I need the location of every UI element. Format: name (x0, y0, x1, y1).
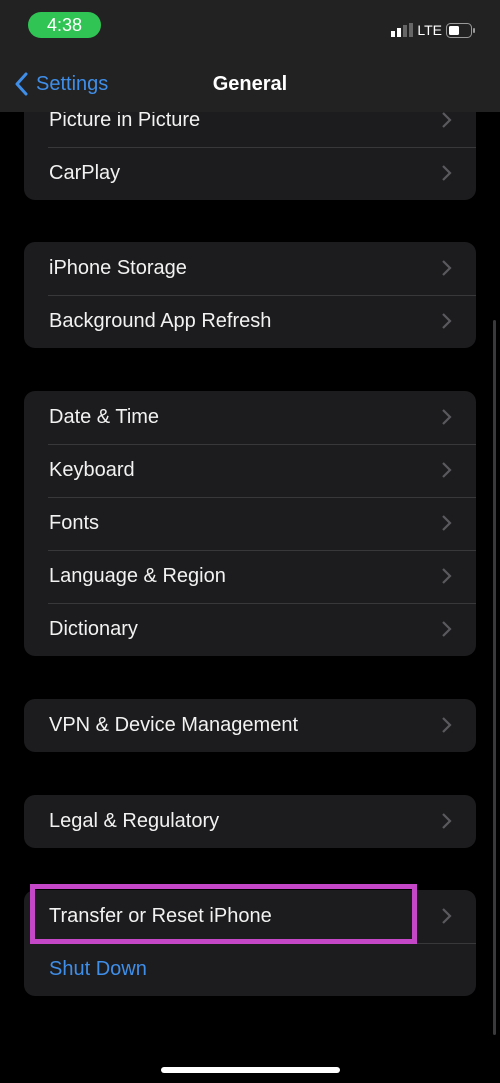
settings-group: Legal & Regulatory (24, 795, 476, 848)
row-background-app-refresh[interactable]: Background App Refresh (24, 295, 476, 348)
chevron-right-icon (442, 165, 452, 181)
row-keyboard[interactable]: Keyboard (24, 444, 476, 497)
row-vpn-device-management[interactable]: VPN & Device Management (24, 699, 476, 752)
row-label: Legal & Regulatory (49, 810, 220, 832)
chevron-right-icon (442, 462, 452, 478)
chevron-right-icon (442, 409, 452, 425)
home-indicator[interactable] (161, 1067, 340, 1073)
settings-group: iPhone Storage Background App Refresh (24, 242, 476, 348)
status-icons: LTE (391, 22, 476, 38)
row-iphone-storage[interactable]: iPhone Storage (24, 242, 476, 295)
row-label: VPN & Device Management (49, 714, 299, 736)
page-title: General (212, 73, 288, 95)
shut-down-label: Shut Down (49, 958, 147, 980)
chevron-right-icon (442, 313, 452, 329)
row-label: Keyboard (49, 459, 135, 481)
row-date-time[interactable]: Date & Time (24, 391, 476, 444)
scrollbar[interactable] (493, 320, 496, 1035)
chevron-right-icon (442, 908, 452, 924)
chevron-right-icon (442, 112, 452, 128)
row-label: CarPlay (49, 162, 121, 184)
navigation-header: 4:38 LTE Settings General (0, 0, 500, 112)
chevron-right-icon (442, 813, 452, 829)
chevron-right-icon (442, 260, 452, 276)
row-label: iPhone Storage (49, 257, 187, 279)
settings-group: VPN & Device Management (24, 699, 476, 752)
chevron-right-icon (442, 515, 452, 531)
row-label: Background App Refresh (49, 310, 272, 332)
status-time: 4:38 (28, 12, 101, 38)
row-carplay[interactable]: CarPlay (24, 147, 476, 200)
row-legal-regulatory[interactable]: Legal & Regulatory (24, 795, 476, 848)
row-label: Date & Time (49, 406, 160, 428)
chevron-right-icon (442, 568, 452, 584)
highlight-annotation-box (30, 884, 417, 944)
row-label: Fonts (49, 512, 100, 534)
cellular-signal-icon (391, 23, 414, 37)
row-label: Dictionary (49, 618, 138, 640)
chevron-right-icon (442, 717, 452, 733)
row-label: Language & Region (49, 565, 226, 587)
row-label: Picture in Picture (49, 109, 201, 131)
network-type: LTE (417, 22, 442, 38)
row-dictionary[interactable]: Dictionary (24, 603, 476, 656)
row-shut-down[interactable]: Shut Down (24, 943, 476, 996)
settings-group: Date & Time Keyboard Fonts Language & Re… (24, 391, 476, 656)
chevron-right-icon (442, 621, 452, 637)
battery-icon (446, 22, 475, 38)
row-fonts[interactable]: Fonts (24, 497, 476, 550)
row-language-region[interactable]: Language & Region (24, 550, 476, 603)
